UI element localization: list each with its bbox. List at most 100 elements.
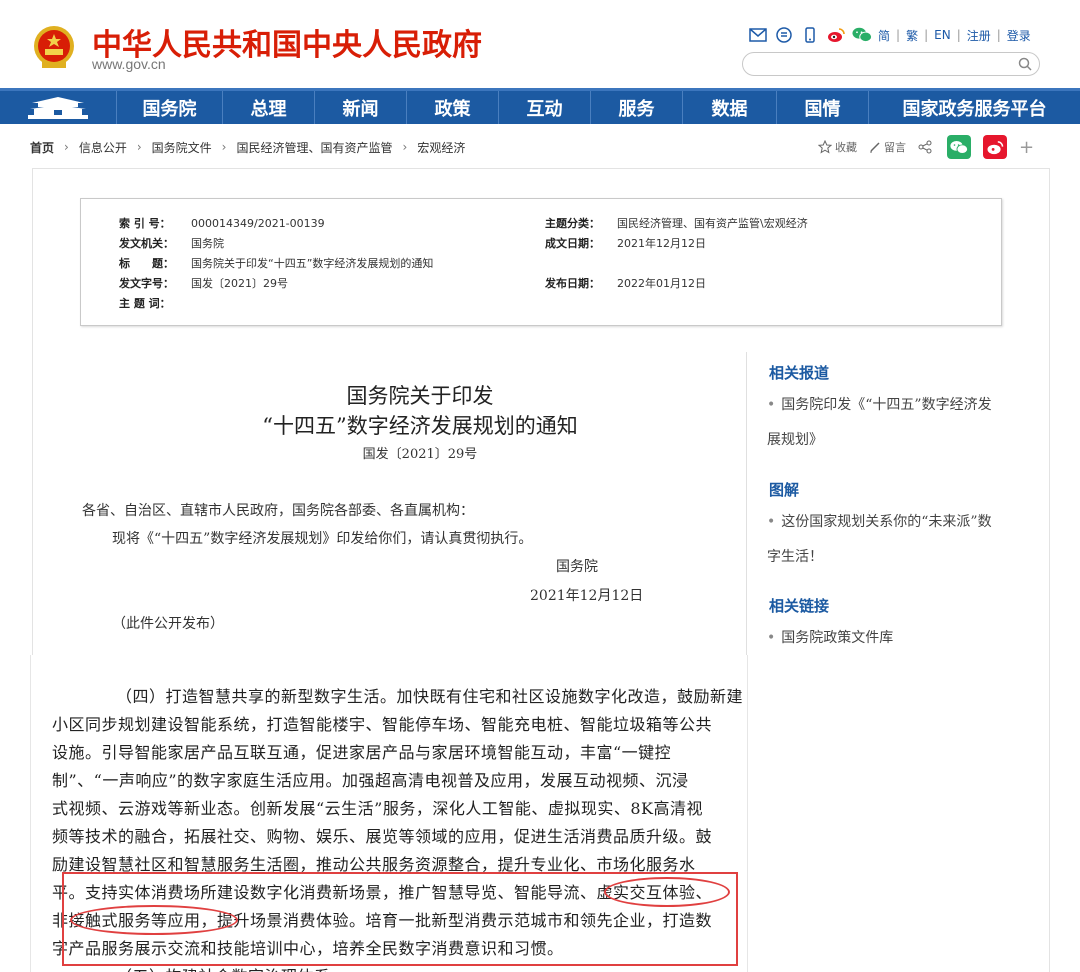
article-doc-number: 国发〔2021〕29号: [362, 447, 478, 462]
related-links-link[interactable]: • 国务院政策文件库: [767, 621, 997, 656]
site-url[interactable]: www.gov.cn: [92, 56, 166, 72]
bullet: •: [767, 630, 776, 646]
excerpt-line: 小区同步规划建设智能系统，打造智能楼宇、智能停车场、智能充电桩、智能垃圾箱等公共: [52, 715, 713, 734]
meta-pubdate-label: 发布日期：: [545, 277, 600, 290]
bullet: •: [767, 514, 776, 530]
nav-item-interaction[interactable]: 互动: [498, 91, 590, 124]
meta-title-row: 标 题： 国务院关于印发“十四五”数字经济发展规划的通知: [119, 255, 433, 271]
nav-item-national-info[interactable]: 国情: [776, 91, 868, 124]
search-icon[interactable]: [1017, 56, 1033, 72]
graphics-link-text[interactable]: 这份国家规划关系你的“未来派”数字生活！: [767, 514, 992, 565]
mail-icon[interactable]: [748, 26, 768, 44]
rss-icon[interactable]: [774, 26, 794, 44]
separator: |: [896, 28, 901, 42]
meta-pubdate-value: 2022年01月12日: [617, 277, 706, 290]
more-share-icon[interactable]: +: [1019, 137, 1034, 158]
article-sign-date: 2021年12月12日: [530, 588, 644, 604]
nav-item-policy[interactable]: 政策: [406, 91, 498, 124]
meta-topic-row: 主题分类： 国民经济管理、国有资产监管\宏观经济: [545, 215, 808, 231]
meta-topic-value: 国民经济管理、国有资产监管\宏观经济: [617, 217, 808, 230]
nav-item-gov-service-platform[interactable]: 国家政务服务平台: [868, 91, 1080, 124]
nav-item-state-council[interactable]: 国务院: [116, 91, 222, 124]
lang-traditional-link[interactable]: 繁: [906, 27, 918, 44]
related-sidebar: 相关报道 • 国务院印发《“十四五”数字经济发展规划》 图解 • 这份国家规划关系你…: [746, 352, 1050, 657]
excerpt-line: （四）打造智慧共享的新型数字生活。加快既有住宅和社区设施数字化改造，鼓励新建: [116, 687, 744, 706]
meta-title-label: 标 题：: [119, 257, 174, 270]
wechat-icon: [950, 140, 968, 154]
lang-english-link[interactable]: EN: [934, 28, 951, 42]
graphics-link[interactable]: • 这份国家规划关系你的“未来派”数字生活！: [767, 505, 997, 575]
article-note: （此件公开发布）: [112, 616, 224, 632]
comment-button[interactable]: 留言: [869, 139, 906, 155]
nav-item-premier[interactable]: 总理: [222, 91, 314, 124]
bullet: •: [767, 397, 776, 413]
national-emblem-icon[interactable]: [30, 24, 78, 72]
separator: |: [924, 28, 929, 42]
mobile-icon[interactable]: [800, 26, 820, 44]
meta-issuer-value: 国务院: [191, 237, 224, 250]
site-header: 中华人民共和国中央人民政府 www.gov.cn 简 | 繁 | EN | 注册…: [0, 0, 1080, 88]
meta-docno-label: 发文字号：: [119, 277, 174, 290]
article-actions: 收藏 留言 +: [818, 135, 1034, 159]
separator: |: [996, 28, 1001, 42]
weibo-icon: [987, 140, 1004, 154]
meta-keywords-row: 主 题 词：: [119, 295, 191, 311]
meta-date-row: 成文日期： 2021年12月12日: [545, 235, 706, 251]
meta-issuer-row: 发文机关： 国务院: [119, 235, 224, 251]
related-report-link[interactable]: • 国务院印发《“十四五”数字经济发展规划》: [767, 388, 997, 458]
meta-date-label: 成文日期：: [545, 237, 600, 250]
breadcrumb: 首页 › 信息公开 › 国务院文件 › 国民经济管理、国有资产监管 › 宏观经济: [30, 138, 465, 156]
excerpt-line: 式视频、云游戏等新业态。创新发展“云生活”服务，深化人工智能、虚拟现实、8K高清…: [52, 799, 703, 818]
meta-topic-label: 主题分类：: [545, 217, 600, 230]
meta-keywords-label: 主 题 词：: [119, 297, 171, 310]
related-links-link-text[interactable]: 国务院政策文件库: [781, 630, 893, 646]
article-salutation: 各省、自治区、直辖市人民政府，国务院各部委、各直属机构：: [82, 503, 474, 519]
excerpt-line: 频等技术的融合，拓展社交、购物、娱乐、展览等领域的应用，促进生活消费品质升级。鼓: [52, 827, 713, 846]
meta-title-value: 国务院关于印发“十四五”数字经济发展规划的通知: [191, 257, 434, 270]
register-link[interactable]: 注册: [967, 27, 991, 44]
document-meta-box: 索 引 号： 000014349/2021-00139 主题分类： 国民经济管理…: [80, 198, 1002, 326]
header-toolbar: 简 | 繁 | EN | 注册 | 登录: [748, 26, 1031, 44]
collect-label: 收藏: [835, 141, 857, 154]
related-links-heading: 相关链接: [769, 597, 830, 615]
share-wechat-button[interactable]: [947, 135, 971, 159]
breadcrumb-separator: ›: [402, 140, 408, 154]
breadcrumb-state-council-docs[interactable]: 国务院文件: [152, 139, 212, 156]
article-body: 现将《“十四五”数字经济发展规划》印发给你们，请认真贯彻执行。: [112, 531, 533, 547]
share-button[interactable]: [918, 140, 935, 154]
breadcrumb-home[interactable]: 首页: [30, 139, 54, 156]
related-reports-heading: 相关报道: [769, 364, 830, 382]
excerpt-line: 设施。引导智能家居产品互联互通，促进家居产品与家居环境智能互动，丰富“一键控: [52, 743, 672, 762]
related-report-link-text[interactable]: 国务院印发《“十四五”数字经济发展规划》: [767, 397, 992, 448]
weibo-icon[interactable]: [826, 26, 846, 44]
star-icon: [818, 140, 832, 154]
meta-docno-value: 国发〔2021〕29号: [191, 277, 288, 290]
search-input[interactable]: [742, 52, 1040, 76]
nav-home-tiananmen[interactable]: [0, 91, 116, 124]
nav-item-service[interactable]: 服务: [590, 91, 682, 124]
excerpt-line: 制”、“一声响应”的数字家庭生活应用。加强超高清电视普及应用，发展互动视频、沉浸: [52, 771, 689, 790]
article-signer: 国务院: [556, 559, 598, 575]
breadcrumb-separator: ›: [221, 140, 227, 154]
wechat-icon[interactable]: [852, 26, 872, 44]
lang-simplified-link[interactable]: 简: [878, 27, 890, 44]
meta-issuer-label: 发文机关：: [119, 237, 174, 250]
share-weibo-button[interactable]: [983, 135, 1007, 159]
login-link[interactable]: 登录: [1007, 27, 1031, 44]
share-icon: [918, 140, 932, 154]
meta-index-value: 000014349/2021-00139: [191, 216, 325, 230]
meta-index-label: 索 引 号：: [119, 217, 171, 230]
breadcrumb-info-disclosure[interactable]: 信息公开: [79, 139, 127, 156]
breadcrumb-economy-management[interactable]: 国民经济管理、国有资产监管: [236, 139, 392, 156]
breadcrumb-macro-economy[interactable]: 宏观经济: [417, 139, 465, 156]
nav-item-data[interactable]: 数据: [682, 91, 776, 124]
meta-docno-row: 发文字号： 国发〔2021〕29号: [119, 275, 288, 291]
highlight-ellipse: [604, 877, 730, 907]
breadcrumb-separator: ›: [136, 140, 142, 154]
nav-item-news[interactable]: 新闻: [314, 91, 406, 124]
collect-button[interactable]: 收藏: [818, 139, 857, 155]
main-nav: 国务院 总理 新闻 政策 互动 服务 数据 国情 国家政务服务平台: [0, 88, 1080, 124]
tiananmen-icon: [28, 96, 88, 119]
meta-pubdate-row: 发布日期： 2022年01月12日: [545, 275, 706, 291]
graphics-heading: 图解: [769, 481, 800, 499]
